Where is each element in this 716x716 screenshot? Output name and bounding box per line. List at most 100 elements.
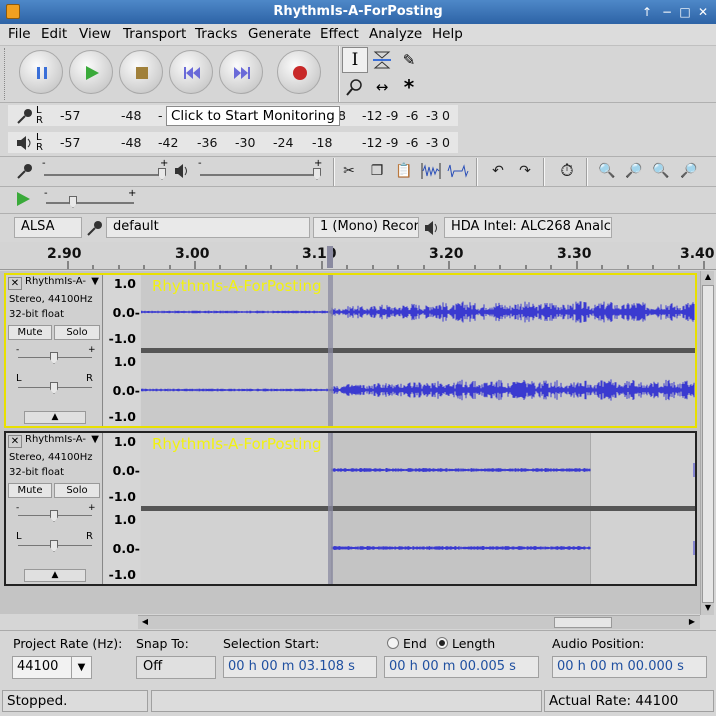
- collapse-track-button[interactable]: ▲: [24, 411, 86, 424]
- gain-thumb[interactable]: [50, 510, 58, 522]
- separator: [0, 102, 716, 103]
- time-shift-tool-button[interactable]: ↔: [369, 74, 395, 100]
- fit-selection-button[interactable]: 🔍: [648, 158, 674, 184]
- trim-button[interactable]: [418, 158, 444, 184]
- menu-help[interactable]: Help: [432, 26, 463, 42]
- multi-tool-button[interactable]: *: [396, 74, 422, 100]
- horizontal-scroll-thumb[interactable]: [554, 617, 612, 628]
- stop-button[interactable]: [119, 50, 163, 94]
- collapse-track-button[interactable]: ▲: [24, 569, 86, 582]
- solo-button[interactable]: Solo: [54, 483, 100, 498]
- recording-channels-select[interactable]: 1 (Mono) Recor: [313, 217, 419, 238]
- recording-volume-thumb[interactable]: [158, 168, 166, 180]
- scroll-down-icon[interactable]: ▼: [703, 603, 713, 615]
- waveform-channel-right[interactable]: [141, 353, 695, 426]
- recording-device-select[interactable]: default: [106, 217, 310, 238]
- stop-icon: [120, 51, 164, 95]
- horizontal-scrollbar[interactable]: ◀ ▶: [138, 615, 700, 629]
- slider-plus: +: [128, 188, 137, 199]
- audio-host-select[interactable]: ALSA: [14, 217, 82, 238]
- playback-device-select[interactable]: HDA Intel: ALC268 Analc: [444, 217, 612, 238]
- silence-button[interactable]: [445, 158, 471, 184]
- snap-to-select[interactable]: Off: [136, 656, 216, 679]
- timeline-ruler[interactable]: 2.90 3.00 3.10 3.20 3.30 3.40: [0, 242, 716, 270]
- pan-thumb[interactable]: [50, 540, 58, 552]
- menu-tracks[interactable]: Tracks: [195, 26, 237, 42]
- menu-edit[interactable]: Edit: [41, 26, 67, 42]
- waveform-path: [141, 379, 695, 401]
- length-radio[interactable]: [436, 637, 448, 649]
- menu-analyze[interactable]: Analyze: [369, 26, 422, 42]
- scroll-up-icon[interactable]: ▲: [703, 272, 713, 284]
- menu-generate[interactable]: Generate: [248, 26, 311, 42]
- playback-volume-thumb[interactable]: [313, 168, 321, 180]
- record-button[interactable]: [277, 50, 321, 94]
- toolbar-divider: [338, 46, 340, 102]
- maximize-icon[interactable]: □: [676, 3, 694, 21]
- solo-button[interactable]: Solo: [54, 325, 100, 340]
- play-button[interactable]: [69, 50, 113, 94]
- scroll-left-icon[interactable]: ◀: [139, 617, 151, 629]
- copy-button[interactable]: ❐: [364, 158, 390, 184]
- menu-transport[interactable]: Transport: [123, 26, 186, 42]
- redo-button[interactable]: ↷: [512, 158, 538, 184]
- waveform-channel-right[interactable]: [141, 511, 695, 584]
- zoom-tool-button[interactable]: [342, 74, 368, 100]
- track-name: RhythmIs-A-: [25, 276, 86, 287]
- menu-effect[interactable]: Effect: [320, 26, 359, 42]
- close-track-icon[interactable]: ✕: [8, 277, 22, 290]
- envelope-tool-button[interactable]: [369, 47, 395, 73]
- pause-icon: [20, 51, 64, 95]
- audio-track-2[interactable]: ✕ RhythmIs-A- ▼ Stereo, 44100Hz 32-bit f…: [4, 431, 697, 586]
- audio-track-1[interactable]: ✕ RhythmIs-A- ▼ Stereo, 44100Hz 32-bit f…: [4, 273, 697, 428]
- track-name-menu[interactable]: RhythmIs-A- ▼: [23, 434, 101, 449]
- gain-thumb[interactable]: [50, 352, 58, 364]
- pause-button[interactable]: [19, 50, 63, 94]
- toolbar-grip[interactable]: [4, 48, 8, 100]
- start-monitoring-tip[interactable]: Click to Start Monitoring: [166, 106, 340, 126]
- track-name-menu[interactable]: RhythmIs-A- ▼: [23, 276, 101, 291]
- timeline-cursor[interactable]: [327, 246, 333, 268]
- zoom-out-button[interactable]: 🔎: [621, 158, 647, 184]
- vertical-scrollbar[interactable]: ▲ ▼: [700, 271, 714, 615]
- end-radio[interactable]: [387, 637, 399, 649]
- sync-lock-button[interactable]: ⏱: [554, 158, 580, 184]
- menu-view[interactable]: View: [79, 26, 111, 42]
- ruler-label: 1.0: [113, 276, 136, 291]
- close-track-icon[interactable]: ✕: [8, 435, 22, 448]
- selection-start-time[interactable]: 00 h 00 m 03.108 s: [223, 656, 377, 678]
- selection-tool-button[interactable]: I: [342, 47, 368, 73]
- toolbar-divider: [586, 158, 588, 186]
- project-rate-combo[interactable]: 44100 ▼: [12, 656, 92, 679]
- pan-thumb[interactable]: [50, 382, 58, 394]
- playback-volume-slider[interactable]: [200, 174, 320, 176]
- skip-to-end-button[interactable]: [219, 50, 263, 94]
- separator: [0, 186, 716, 187]
- keep-above-icon[interactable]: ↑: [638, 3, 656, 21]
- fit-project-button[interactable]: 🔎: [676, 158, 702, 184]
- recording-volume-slider[interactable]: [44, 174, 164, 176]
- status-middle: [151, 690, 542, 712]
- scroll-right-icon[interactable]: ▶: [686, 617, 698, 629]
- mute-button[interactable]: Mute: [8, 325, 52, 340]
- play-at-speed-button[interactable]: [14, 190, 36, 210]
- skip-to-start-button[interactable]: [169, 50, 213, 94]
- playback-meter[interactable]: L R -57 -48 -42 -36 -30 -24 -18 -12 -9 -…: [8, 132, 458, 153]
- paste-button[interactable]: 📋: [391, 158, 417, 184]
- audio-position-label: Audio Position:: [552, 636, 645, 651]
- play-speed-thumb[interactable]: [69, 196, 77, 208]
- close-window-icon[interactable]: ✕: [694, 3, 712, 21]
- zoom-in-button[interactable]: 🔍: [594, 158, 620, 184]
- undo-button[interactable]: ↶: [485, 158, 511, 184]
- menu-file[interactable]: File: [8, 26, 31, 42]
- draw-tool-button[interactable]: ✎: [396, 47, 422, 73]
- dropdown-icon[interactable]: ▼: [71, 657, 91, 678]
- minimize-icon[interactable]: −: [658, 3, 676, 21]
- selection-length-time[interactable]: 00 h 00 m 00.005 s: [384, 656, 539, 678]
- vertical-scroll-thumb[interactable]: [702, 285, 714, 603]
- mute-button[interactable]: Mute: [8, 483, 52, 498]
- play-speed-slider[interactable]: [46, 202, 134, 204]
- meter-scale: -: [158, 108, 163, 123]
- audio-position-time[interactable]: 00 h 00 m 00.000 s: [552, 656, 707, 678]
- cut-button[interactable]: ✂: [336, 158, 362, 184]
